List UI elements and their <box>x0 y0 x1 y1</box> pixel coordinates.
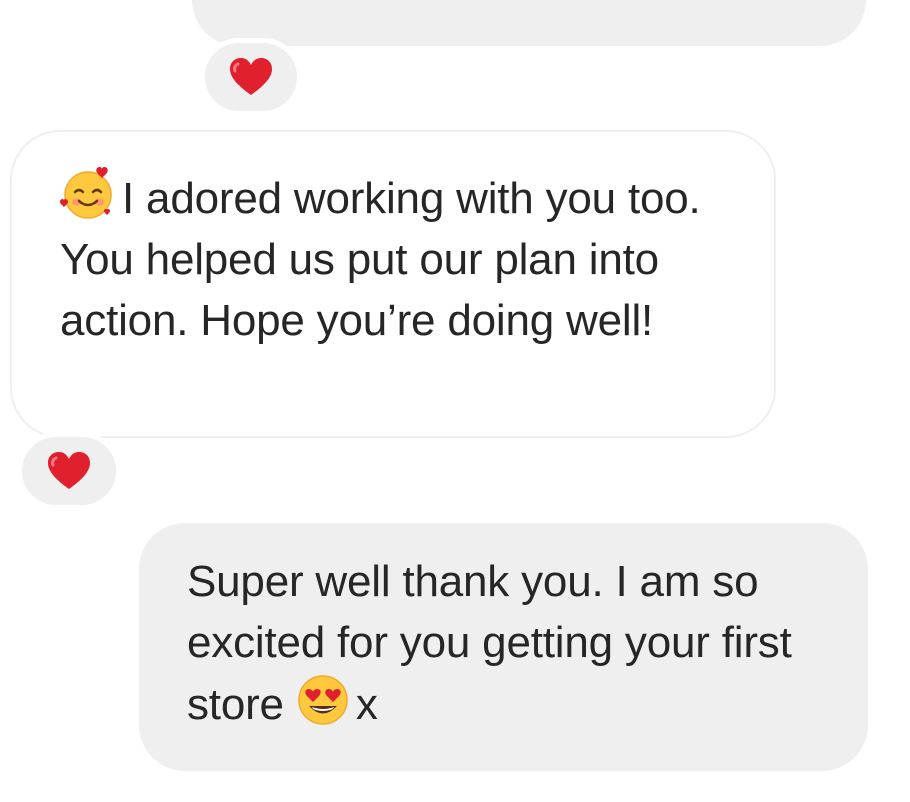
message-bubble-outgoing[interactable]: Super well thank you. I am so excited fo… <box>139 523 868 771</box>
smiling-face-with-hearts-icon <box>60 165 116 221</box>
heart-eyes-icon <box>296 673 350 727</box>
message-text: I adored working with you too. You helpe… <box>60 174 701 345</box>
reaction-badge[interactable] <box>200 38 302 116</box>
reaction-badge[interactable] <box>17 432 121 510</box>
message-text: Super well thank you. I am so excited fo… <box>187 557 792 729</box>
message-bubble-incoming[interactable]: I adored working with you too. You helpe… <box>10 130 776 438</box>
message-bubble-outgoing-cutoff[interactable] <box>192 0 866 46</box>
heart-icon <box>46 451 92 491</box>
message-text-suffix: x <box>355 680 378 729</box>
heart-icon <box>228 57 274 97</box>
